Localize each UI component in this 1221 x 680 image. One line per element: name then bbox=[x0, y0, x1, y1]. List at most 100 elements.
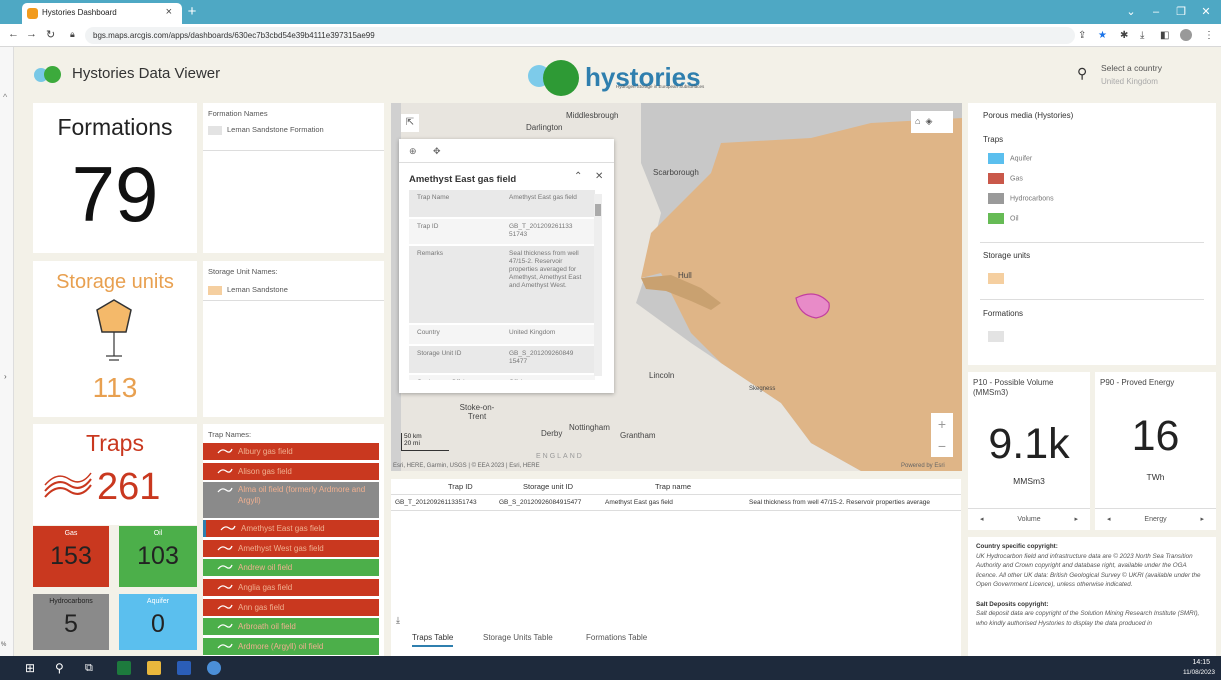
maximize-button[interactable]: ❐ bbox=[1168, 3, 1194, 21]
column-header[interactable]: Storage unit ID bbox=[523, 482, 573, 491]
country-select-value[interactable]: United Kingdom bbox=[1101, 77, 1158, 86]
excel-icon[interactable] bbox=[117, 661, 131, 675]
download-table-icon[interactable]: ⤓ bbox=[396, 615, 400, 626]
start-icon[interactable]: ⊞ bbox=[25, 661, 39, 675]
copyright-panel: Country specific copyright: UK Hydrocarb… bbox=[968, 537, 1216, 656]
volume-unit: MMSm3 bbox=[1013, 476, 1045, 486]
legend-item-hydrocarbons: Hydrocarbons bbox=[988, 193, 1054, 204]
energy-footer-label: Energy bbox=[1144, 516, 1167, 523]
volume-value: 9.1k bbox=[988, 420, 1070, 468]
trap-list-item[interactable]: Ann gas field bbox=[203, 598, 379, 616]
storage-list-item[interactable]: Leman Sandstone bbox=[208, 285, 288, 295]
popup-key: Trap Name bbox=[417, 194, 450, 201]
cell-trap-name: Amethyst East gas field bbox=[605, 499, 673, 506]
zoom-in-button[interactable]: + bbox=[931, 413, 953, 435]
tab-formations-table[interactable]: Formations Table bbox=[586, 633, 647, 642]
prev-icon[interactable]: ◂ bbox=[980, 509, 984, 531]
pan-icon[interactable]: ✥ bbox=[433, 146, 441, 157]
popup-key: Onshore or Offshore bbox=[417, 379, 476, 380]
prev-icon[interactable]: ◂ bbox=[1107, 509, 1111, 531]
trap-list-item[interactable]: Anglia gas field bbox=[203, 579, 379, 596]
tab-search-icon[interactable]: ⌄ bbox=[1118, 3, 1144, 21]
storage-units-card: Storage units 113 bbox=[33, 261, 197, 417]
url-input[interactable]: bgs.maps.arcgis.com/apps/dashboards/630e… bbox=[85, 27, 1075, 44]
trap-wave-icon bbox=[217, 603, 233, 611]
popup-row: Remarks Seal thickness from well 47/15-2.… bbox=[409, 246, 595, 324]
task-view-icon[interactable]: ⧉ bbox=[85, 661, 99, 675]
browser-tab[interactable]: Hystories Dashboard × bbox=[22, 3, 182, 24]
trap-list-item[interactable]: Arbroath oil field bbox=[203, 618, 379, 636]
trap-list-item[interactable]: Ardmore (Argyll) oil field bbox=[203, 637, 379, 655]
scale-mi: 20 mi bbox=[404, 440, 420, 447]
column-header[interactable]: Trap name bbox=[655, 482, 691, 491]
minimize-button[interactable]: – bbox=[1143, 3, 1169, 21]
divider bbox=[980, 299, 1204, 300]
trap-list-item[interactable]: Alma oil field (formerly Ardmore and Arg… bbox=[203, 482, 379, 519]
sidebar-icon[interactable]: ◧ bbox=[1160, 30, 1169, 41]
menu-icon[interactable]: ⋮ bbox=[1204, 30, 1214, 41]
chrome-icon[interactable] bbox=[207, 661, 221, 675]
download-icon[interactable]: ⤓ bbox=[1140, 30, 1144, 41]
trap-list-item[interactable]: Albury gas field bbox=[203, 443, 379, 460]
close-popup-icon[interactable]: ✕ bbox=[595, 171, 603, 182]
brand-subtitle: Hydrogen Storage in European Subsurfaces bbox=[616, 84, 705, 89]
bookmark-star-icon[interactable]: ★ bbox=[1098, 30, 1107, 41]
formation-list-item[interactable]: Leman Sandstone Formation bbox=[208, 125, 324, 135]
tab-storage-units-table[interactable]: Storage Units Table bbox=[483, 633, 553, 642]
word-icon[interactable] bbox=[177, 661, 191, 675]
collapse-icon[interactable]: ^ bbox=[3, 92, 7, 102]
home-icon[interactable]: ⌂ bbox=[915, 116, 920, 126]
divider bbox=[203, 150, 384, 151]
map-tools: ⌂ ◈ bbox=[911, 111, 953, 133]
zoom-to-icon[interactable]: ⊕ bbox=[409, 146, 417, 157]
map-label: Nottingham bbox=[569, 423, 610, 432]
location-pin-icon: ⚲ bbox=[1077, 65, 1088, 81]
back-icon[interactable]: ← bbox=[8, 28, 19, 40]
expand-icon[interactable]: ⇱ bbox=[401, 114, 419, 132]
profile-avatar[interactable] bbox=[1180, 29, 1192, 41]
storage-units-title: Storage units bbox=[56, 271, 174, 293]
popup-scrollbar[interactable] bbox=[594, 194, 602, 376]
traps-title: Traps bbox=[86, 430, 144, 456]
search-icon[interactable]: ⚲ bbox=[55, 661, 69, 675]
trap-list-item[interactable]: Amethyst East gas field bbox=[203, 520, 379, 538]
tab-traps-table[interactable]: Traps Table bbox=[412, 633, 454, 647]
forward-icon[interactable]: → bbox=[26, 28, 37, 40]
reload-icon[interactable]: ↻ bbox=[46, 28, 55, 41]
storage-unit-names-header: Storage Unit Names: bbox=[208, 267, 278, 276]
next-icon[interactable]: ▸ bbox=[1074, 509, 1078, 531]
copyright-heading: Country specific copyright: bbox=[976, 543, 1058, 550]
zoom-out-button[interactable]: − bbox=[931, 435, 953, 457]
trap-wave-icon bbox=[217, 544, 233, 552]
layers-icon[interactable]: ◈ bbox=[925, 116, 932, 126]
popup-key: Storage Unit ID bbox=[417, 350, 462, 357]
cell-storage-unit-id: GB_S_20120926084915477 bbox=[499, 499, 582, 506]
trap-name: Andrew oil field bbox=[238, 563, 293, 573]
trap-list-item[interactable]: Andrew oil field bbox=[203, 559, 379, 577]
file-explorer-icon[interactable] bbox=[147, 661, 161, 675]
volume-footer-label: Volume bbox=[1017, 516, 1041, 523]
extensions-icon[interactable]: ✱ bbox=[1120, 30, 1128, 41]
share-icon[interactable]: ⇪ bbox=[1078, 30, 1086, 41]
close-window-button[interactable]: ✕ bbox=[1193, 3, 1219, 21]
legend-item-aquifer: Aquifer bbox=[988, 153, 1032, 164]
country-select-label[interactable]: Select a country bbox=[1101, 63, 1162, 73]
energy-footer: ◂ Energy ▸ bbox=[1095, 508, 1216, 530]
close-tab-icon[interactable]: × bbox=[166, 6, 172, 18]
cell-trap-id: GB_T_20120926113351743 bbox=[395, 499, 477, 506]
next-icon[interactable]: ▸ bbox=[1200, 509, 1204, 531]
trap-wave-icon bbox=[44, 472, 92, 498]
map-label: Hull bbox=[678, 271, 692, 280]
trap-list-item[interactable]: Alison gas field bbox=[203, 462, 379, 480]
trap-list-item[interactable]: Amethyst West gas field bbox=[203, 539, 379, 557]
map-attribution: Esri, HERE, Garmin, USGS | © EEA 2023 | … bbox=[393, 463, 540, 469]
table-tabs: ⤓ Traps Table Storage Units Table Format… bbox=[391, 614, 961, 656]
expand-panel-icon[interactable]: › bbox=[4, 372, 7, 381]
new-tab-button[interactable]: + bbox=[183, 3, 201, 21]
collapse-popup-icon[interactable]: ⌃ bbox=[574, 171, 582, 182]
formations-count: 79 bbox=[71, 150, 159, 238]
powered-by: Powered by Esri bbox=[901, 463, 945, 469]
address-bar-row: ← → ↻ 🔒︎ bgs.maps.arcgis.com/apps/dashbo… bbox=[0, 24, 1221, 47]
taskbar: ⊞ ⚲ ⧉ 14:15 11/08/2023 bbox=[0, 656, 1221, 680]
column-header[interactable]: Trap ID bbox=[448, 482, 473, 491]
